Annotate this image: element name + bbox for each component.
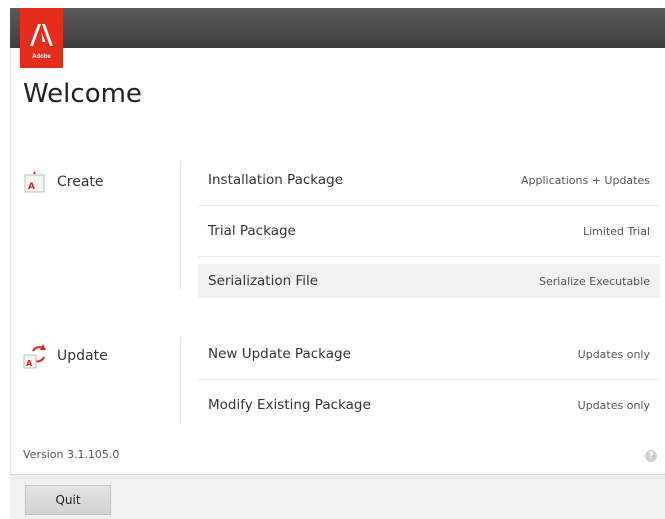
row-name: Serialization File	[208, 273, 319, 289]
row-description: Updates only	[577, 347, 650, 361]
window-left-edge	[10, 48, 11, 518]
serialization-file-row[interactable]: Serialization File Serialize Executable	[198, 264, 660, 298]
svg-text:A: A	[26, 359, 33, 368]
update-package-icon: A	[23, 344, 46, 369]
version-label: Version 3.1.105.0	[23, 448, 120, 461]
row-description: Serialize Executable	[539, 274, 650, 288]
page-title: Welcome	[23, 79, 142, 109]
row-separator	[198, 256, 660, 257]
adobe-logo-icon	[30, 24, 53, 46]
row-description: Limited Trial	[583, 224, 650, 238]
trial-package-row[interactable]: Trial Package Limited Trial	[198, 213, 660, 249]
new-update-package-row[interactable]: New Update Package Updates only	[198, 336, 660, 372]
adobe-logo: Adobe	[20, 8, 63, 68]
window-titlebar	[10, 8, 665, 48]
svg-text:A: A	[28, 182, 35, 192]
row-name: Modify Existing Package	[208, 397, 371, 413]
help-icon[interactable]: ?	[645, 450, 657, 462]
create-section-label: A Create	[23, 170, 104, 194]
row-separator	[198, 379, 660, 380]
update-section-label: A Update	[23, 343, 108, 369]
row-name: New Update Package	[208, 346, 351, 362]
create-section-divider	[180, 162, 181, 290]
quit-button[interactable]: Quit	[25, 485, 111, 515]
installation-package-row[interactable]: Installation Package Applications + Upda…	[198, 162, 660, 198]
row-description: Applications + Updates	[521, 173, 650, 187]
row-separator	[198, 205, 660, 206]
row-name: Installation Package	[208, 172, 344, 188]
row-name: Trial Package	[208, 223, 296, 239]
adobe-logo-text: Adobe	[32, 54, 51, 60]
row-description: Updates only	[577, 398, 650, 412]
update-section-title: Update	[57, 348, 108, 364]
modify-existing-package-row[interactable]: Modify Existing Package Updates only	[198, 387, 660, 423]
update-section-divider	[180, 338, 181, 424]
create-package-icon: A	[24, 171, 45, 193]
create-section-title: Create	[57, 174, 104, 190]
